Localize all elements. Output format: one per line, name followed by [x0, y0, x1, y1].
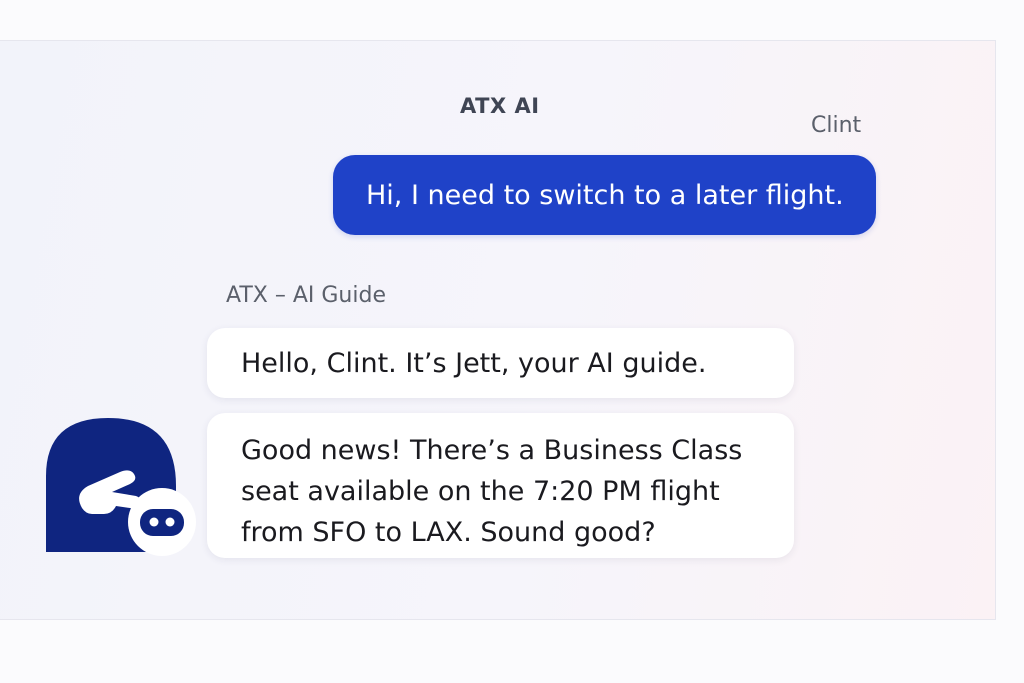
ai-greeting-text: Hello, Clint. It’s Jett, your AI guide.	[241, 347, 707, 379]
ai-message-bubble: Good news! There’s a Business Class seat…	[207, 413, 794, 558]
jett-bot-avatar-icon	[46, 416, 196, 556]
ai-sender-name: ATX – AI Guide	[226, 283, 386, 308]
ai-reply-line: from SFO to LAX. Sound good?	[241, 517, 656, 548]
user-message-text: Hi, I need to switch to a later flight.	[366, 179, 844, 211]
user-sender-name: Clint	[811, 113, 862, 138]
ai-message-bubble: Hello, Clint. It’s Jett, your AI guide.	[207, 328, 794, 398]
ai-reply-line: Good news! There’s a Business Class	[241, 435, 743, 466]
user-message-bubble: Hi, I need to switch to a later flight.	[333, 155, 876, 235]
ai-reply-line: seat available on the 7:20 PM flight	[241, 476, 720, 507]
chat-header-title: ATX AI	[460, 94, 540, 118]
